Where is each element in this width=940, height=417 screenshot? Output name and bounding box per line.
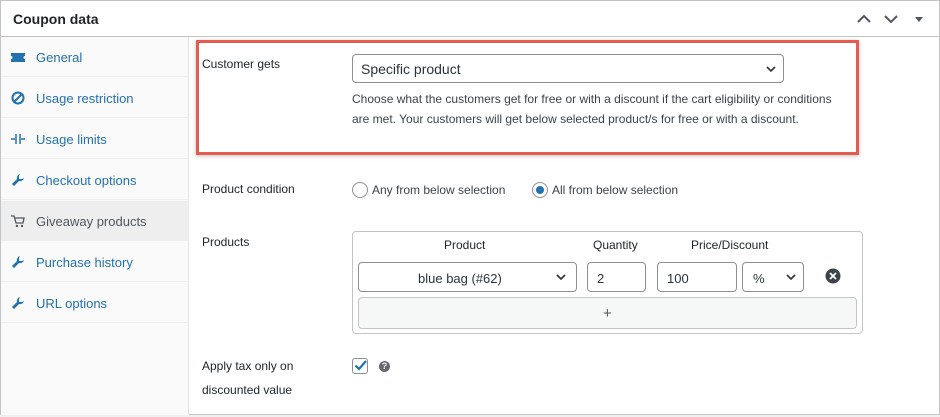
discount-type-select[interactable]: % <box>742 262 804 292</box>
price-value: 100 <box>667 271 689 286</box>
checkmark-icon <box>354 360 367 371</box>
product-value: blue bag (#62) <box>418 271 502 286</box>
sidebar-item-giveaway-products[interactable]: Giveaway products <box>1 201 189 241</box>
product-select[interactable]: blue bag (#62) <box>358 262 577 292</box>
customer-gets-label: Customer gets <box>202 57 281 71</box>
help-icon-glyph: ? <box>381 361 388 371</box>
quantity-value: 2 <box>597 271 605 286</box>
column-header-quantity: Quantity <box>593 238 638 252</box>
panel-title: Coupon data <box>13 11 99 27</box>
remove-row-icon[interactable] <box>825 268 841 284</box>
apply-tax-label: Apply tax only on discounted value <box>202 354 293 402</box>
apply-tax-checkbox[interactable] <box>352 358 368 374</box>
products-table: Product Quantity Price/Discount blue bag… <box>352 231 863 334</box>
products-label: Products <box>202 235 250 249</box>
apply-tax-label-line1: Apply tax only on <box>202 359 294 373</box>
sidebar-item-checkout-options[interactable]: Checkout options <box>1 160 189 200</box>
sidebar-item-label: Giveaway products <box>36 214 147 229</box>
quantity-input[interactable]: 2 <box>587 262 646 292</box>
product-condition-label: Product condition <box>202 182 295 196</box>
radio-all-label: All from below selection <box>552 183 679 197</box>
help-icon[interactable]: ? <box>379 361 390 372</box>
wrench-icon <box>11 296 25 310</box>
limits-icon <box>11 132 25 146</box>
block-icon <box>11 91 25 105</box>
radio-any[interactable] <box>352 182 368 198</box>
sidebar-item-label: Checkout options <box>36 173 137 188</box>
sidebar-item-label: URL options <box>36 296 108 311</box>
sidebar-item-label: Usage restriction <box>36 91 134 106</box>
sidebar-item-label: General <box>36 50 83 65</box>
add-product-label: + <box>603 305 612 322</box>
cart-icon <box>11 214 25 228</box>
radio-all[interactable] <box>532 182 548 198</box>
sidebar-item-general[interactable]: General <box>1 37 189 77</box>
coupon-data-panel: Coupon data General Usage restriction Us… <box>0 0 940 415</box>
discount-type-value: % <box>753 271 765 286</box>
sidebar-item-purchase-history[interactable]: Purchase history <box>1 242 189 282</box>
panel-header: Coupon data <box>1 1 939 37</box>
ticket-icon <box>11 50 25 64</box>
customer-gets-description: Choose what the customers get for free o… <box>352 92 832 126</box>
chevron-up-icon[interactable] <box>854 9 874 29</box>
price-input[interactable]: 100 <box>657 262 737 292</box>
customer-gets-select[interactable]: Specific product <box>352 54 784 83</box>
sidebar-item-usage-limits[interactable]: Usage limits <box>1 119 189 159</box>
wrench-icon <box>11 173 25 187</box>
add-product-button[interactable]: + <box>358 297 857 329</box>
giveaway-products-panel: Customer gets Specific product Choose wh… <box>190 37 939 415</box>
radio-any-label: Any from below selection <box>372 183 506 197</box>
caret-down-icon[interactable] <box>909 9 929 29</box>
wrench-icon <box>11 255 25 269</box>
apply-tax-label-line2: discounted value <box>202 383 293 397</box>
chevron-down-icon <box>555 271 567 283</box>
sidebar-item-label: Purchase history <box>36 255 133 270</box>
column-header-price: Price/Discount <box>691 238 769 252</box>
customer-gets-value: Specific product <box>361 61 461 77</box>
column-header-product: Product <box>444 238 486 252</box>
chevron-down-icon <box>785 271 797 283</box>
sidebar-item-usage-restriction[interactable]: Usage restriction <box>1 78 189 118</box>
chevron-down-icon <box>765 63 777 75</box>
chevron-down-icon[interactable] <box>881 9 901 29</box>
sidebar-item-label: Usage limits <box>36 132 107 147</box>
sidebar: General Usage restriction Usage limits C… <box>1 37 189 415</box>
sidebar-item-url-options[interactable]: URL options <box>1 283 189 323</box>
